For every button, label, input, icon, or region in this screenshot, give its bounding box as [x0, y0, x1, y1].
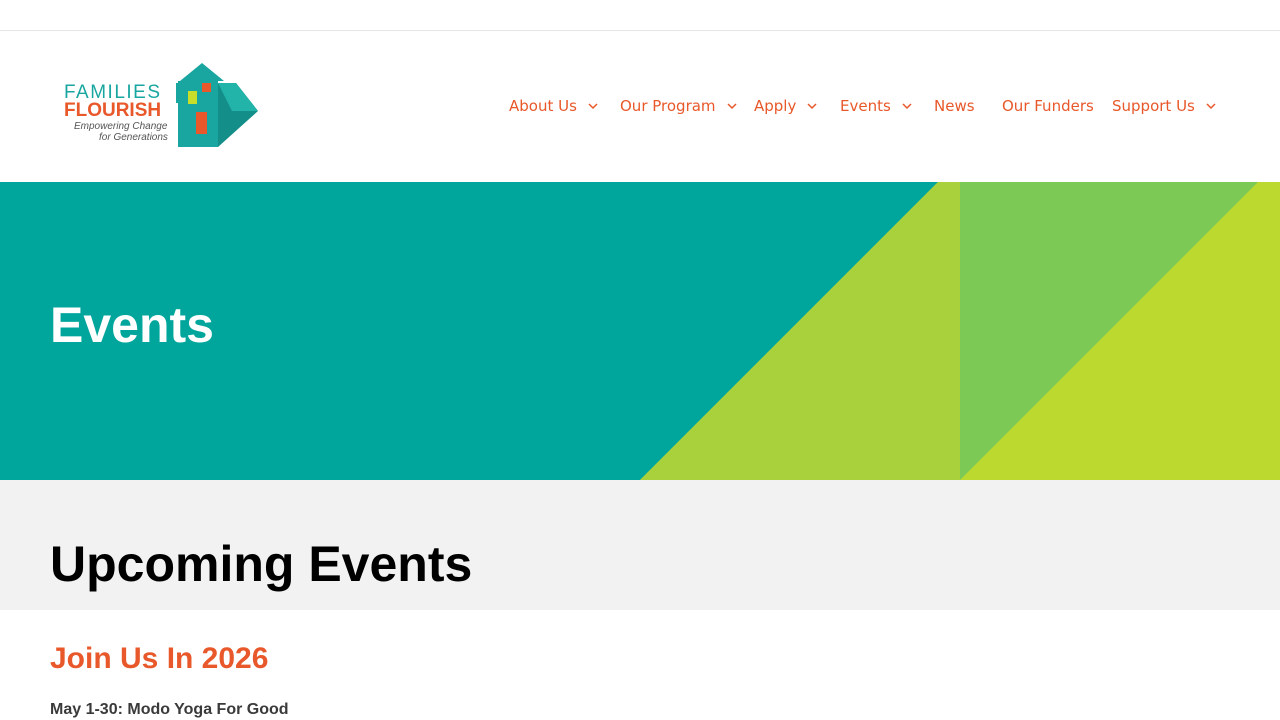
event-item: May 1-30: Modo Yoga For Good [50, 701, 289, 718]
nav-label: About Us [509, 97, 577, 115]
nav-support-us[interactable]: Support Us [1112, 94, 1217, 118]
hero-banner: Events [0, 182, 1280, 480]
join-heading: Join Us In 2026 [50, 642, 269, 675]
nav-label: Support Us [1112, 97, 1195, 115]
nav-events[interactable]: Events [840, 94, 913, 118]
logo-tagline1: Empowering Change [74, 121, 168, 132]
house-logo-icon [176, 63, 258, 147]
chevron-down-icon [727, 103, 737, 110]
upcoming-events-band: Upcoming Events [0, 480, 1280, 610]
nav-about-us[interactable]: About Us [509, 94, 599, 118]
hero-title: Events [50, 297, 214, 353]
nav-label: Our Funders [1002, 97, 1094, 115]
nav-apply[interactable]: Apply [754, 94, 818, 118]
chevron-down-icon [588, 103, 598, 110]
logo-line2: FLOURISH [64, 100, 162, 121]
section-title: Upcoming Events [50, 536, 473, 592]
site-header: FAMILIES FLOURISH Empowering Change for … [0, 31, 1280, 182]
nav-news[interactable]: News [934, 94, 975, 118]
chevron-down-icon [902, 103, 912, 110]
nav-label: Our Program [620, 97, 716, 115]
chevron-down-icon [807, 103, 817, 110]
nav-label: News [934, 97, 975, 115]
nav-our-funders[interactable]: Our Funders [1002, 94, 1094, 118]
nav-label: Events [840, 97, 891, 115]
nav-our-program[interactable]: Our Program [620, 94, 738, 118]
site-logo[interactable]: FAMILIES FLOURISH Empowering Change for … [60, 61, 260, 151]
nav-label: Apply [754, 97, 797, 115]
chevron-down-icon [1206, 103, 1216, 110]
top-bar [0, 0, 1280, 31]
logo-tagline2: for Generations [99, 132, 168, 143]
events-content: Join Us In 2026 May 1-30: Modo Yoga For … [0, 610, 1280, 720]
